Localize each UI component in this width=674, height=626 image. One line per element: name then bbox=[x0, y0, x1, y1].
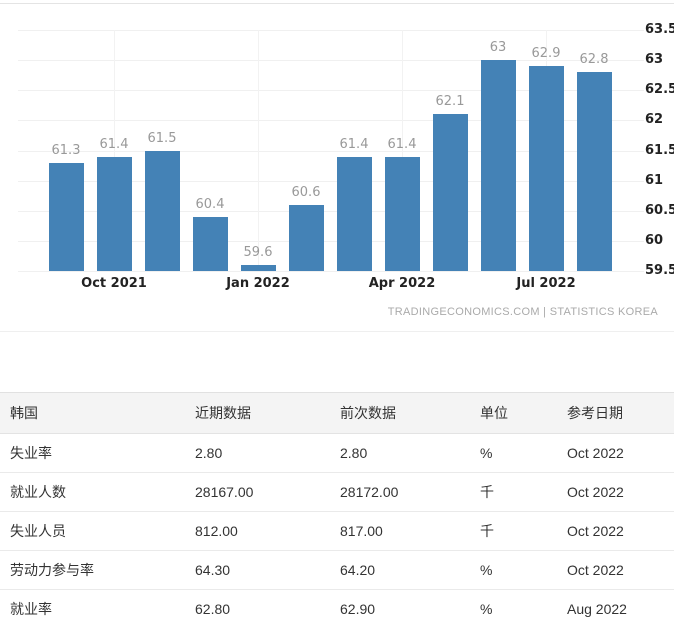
table-header-cell: 参考日期 bbox=[567, 393, 674, 434]
table-cell: 千 bbox=[480, 473, 567, 512]
bar-value-label: 59.6 bbox=[228, 245, 288, 260]
bar-value-label: 61.5 bbox=[132, 131, 192, 146]
bar bbox=[193, 217, 228, 271]
bar bbox=[385, 157, 420, 271]
bar bbox=[529, 66, 564, 271]
bar bbox=[433, 114, 468, 271]
table-cell: % bbox=[480, 590, 567, 626]
bar bbox=[577, 72, 612, 271]
y-axis-tick-label: 63.5 bbox=[645, 21, 674, 39]
table-row: 劳动力参与率64.3064.20%Oct 2022 bbox=[0, 551, 674, 590]
table-cell: 28167.00 bbox=[195, 473, 340, 512]
table-cell: Oct 2022 bbox=[567, 551, 674, 590]
indicator-link[interactable]: 劳动力参与率 bbox=[0, 551, 195, 590]
table-row: 就业率62.8062.90%Aug 2022 bbox=[0, 590, 674, 626]
table-cell: 62.90 bbox=[340, 590, 480, 626]
table-cell: Aug 2022 bbox=[567, 590, 674, 626]
x-axis-tick-label: Jan 2022 bbox=[210, 276, 306, 291]
x-axis-tick-label: Jul 2022 bbox=[498, 276, 594, 291]
bar bbox=[145, 151, 180, 272]
table-cell: 千 bbox=[480, 512, 567, 551]
gridline-v bbox=[258, 30, 259, 271]
bar bbox=[49, 163, 84, 271]
bar-value-label: 60.4 bbox=[180, 197, 240, 212]
bar-value-label: 62.8 bbox=[564, 52, 624, 67]
table-cell: 2.80 bbox=[195, 434, 340, 473]
spacer bbox=[0, 332, 674, 392]
table-cell: Oct 2022 bbox=[567, 473, 674, 512]
indicator-link[interactable]: 失业人员 bbox=[0, 512, 195, 551]
table-cell: 28172.00 bbox=[340, 473, 480, 512]
y-axis-tick-label: 62 bbox=[645, 111, 674, 129]
table-cell: % bbox=[480, 434, 567, 473]
bar bbox=[97, 157, 132, 271]
indicator-link[interactable]: 就业率 bbox=[0, 590, 195, 626]
x-axis-tick-label: Oct 2021 bbox=[66, 276, 162, 291]
table-header-cell: 前次数据 bbox=[340, 393, 480, 434]
table-header-cell: 近期数据 bbox=[195, 393, 340, 434]
y-axis-tick-label: 61 bbox=[645, 172, 674, 190]
y-axis-tick-label: 62.5 bbox=[645, 81, 674, 99]
table-cell: 2.80 bbox=[340, 434, 480, 473]
page: 63.5 63 62.5 62 61.5 61 60.5 60 59.5 Oct 2021 Jan … bbox=[0, 0, 674, 626]
table-cell: 64.30 bbox=[195, 551, 340, 590]
table-cell: 64.20 bbox=[340, 551, 480, 590]
bar-value-label: 60.6 bbox=[276, 185, 336, 200]
bar bbox=[481, 60, 516, 271]
gridline-h bbox=[18, 30, 644, 31]
y-axis-tick-label: 61.5 bbox=[645, 142, 674, 160]
table-cell: % bbox=[480, 551, 567, 590]
table-row: 失业人员812.00817.00千Oct 2022 bbox=[0, 512, 674, 551]
employment-rate-chart: 63.5 63 62.5 62 61.5 61 60.5 60 59.5 Oct 2021 Jan … bbox=[0, 4, 674, 331]
indicator-link[interactable]: 就业人数 bbox=[0, 473, 195, 512]
table-row: 失业率2.802.80%Oct 2022 bbox=[0, 434, 674, 473]
bar-value-label: 61.4 bbox=[372, 137, 432, 152]
table-header-cell: 单位 bbox=[480, 393, 567, 434]
bar bbox=[241, 265, 276, 271]
table-cell: Oct 2022 bbox=[567, 434, 674, 473]
table-cell: Oct 2022 bbox=[567, 512, 674, 551]
table-cell: 812.00 bbox=[195, 512, 340, 551]
bar-value-label: 62.1 bbox=[420, 94, 480, 109]
chart-attribution: TRADINGECONOMICS.COM | STATISTICS KOREA bbox=[388, 306, 658, 318]
table-row: 就业人数28167.0028172.00千Oct 2022 bbox=[0, 473, 674, 512]
table-header-row: 韩国近期数据前次数据单位参考日期 bbox=[0, 393, 674, 434]
indicator-link[interactable]: 失业率 bbox=[0, 434, 195, 473]
table-header-cell: 韩国 bbox=[0, 393, 195, 434]
y-axis-tick-label: 63 bbox=[645, 51, 674, 69]
gridline-h bbox=[18, 271, 644, 272]
bar bbox=[337, 157, 372, 271]
stats-table: 韩国近期数据前次数据单位参考日期 失业率2.802.80%Oct 2022就业人… bbox=[0, 392, 674, 626]
y-axis-tick-label: 60 bbox=[645, 232, 674, 250]
y-axis-tick-label: 60.5 bbox=[645, 202, 674, 220]
x-axis-tick-label: Apr 2022 bbox=[354, 276, 450, 291]
table-body: 失业率2.802.80%Oct 2022就业人数28167.0028172.00… bbox=[0, 434, 674, 626]
table-cell: 62.80 bbox=[195, 590, 340, 626]
chart-section: 63.5 63 62.5 62 61.5 61 60.5 60 59.5 Oct 2021 Jan … bbox=[0, 3, 674, 332]
bar bbox=[289, 205, 324, 271]
y-axis-tick-label: 59.5 bbox=[645, 262, 674, 280]
table-cell: 817.00 bbox=[340, 512, 480, 551]
